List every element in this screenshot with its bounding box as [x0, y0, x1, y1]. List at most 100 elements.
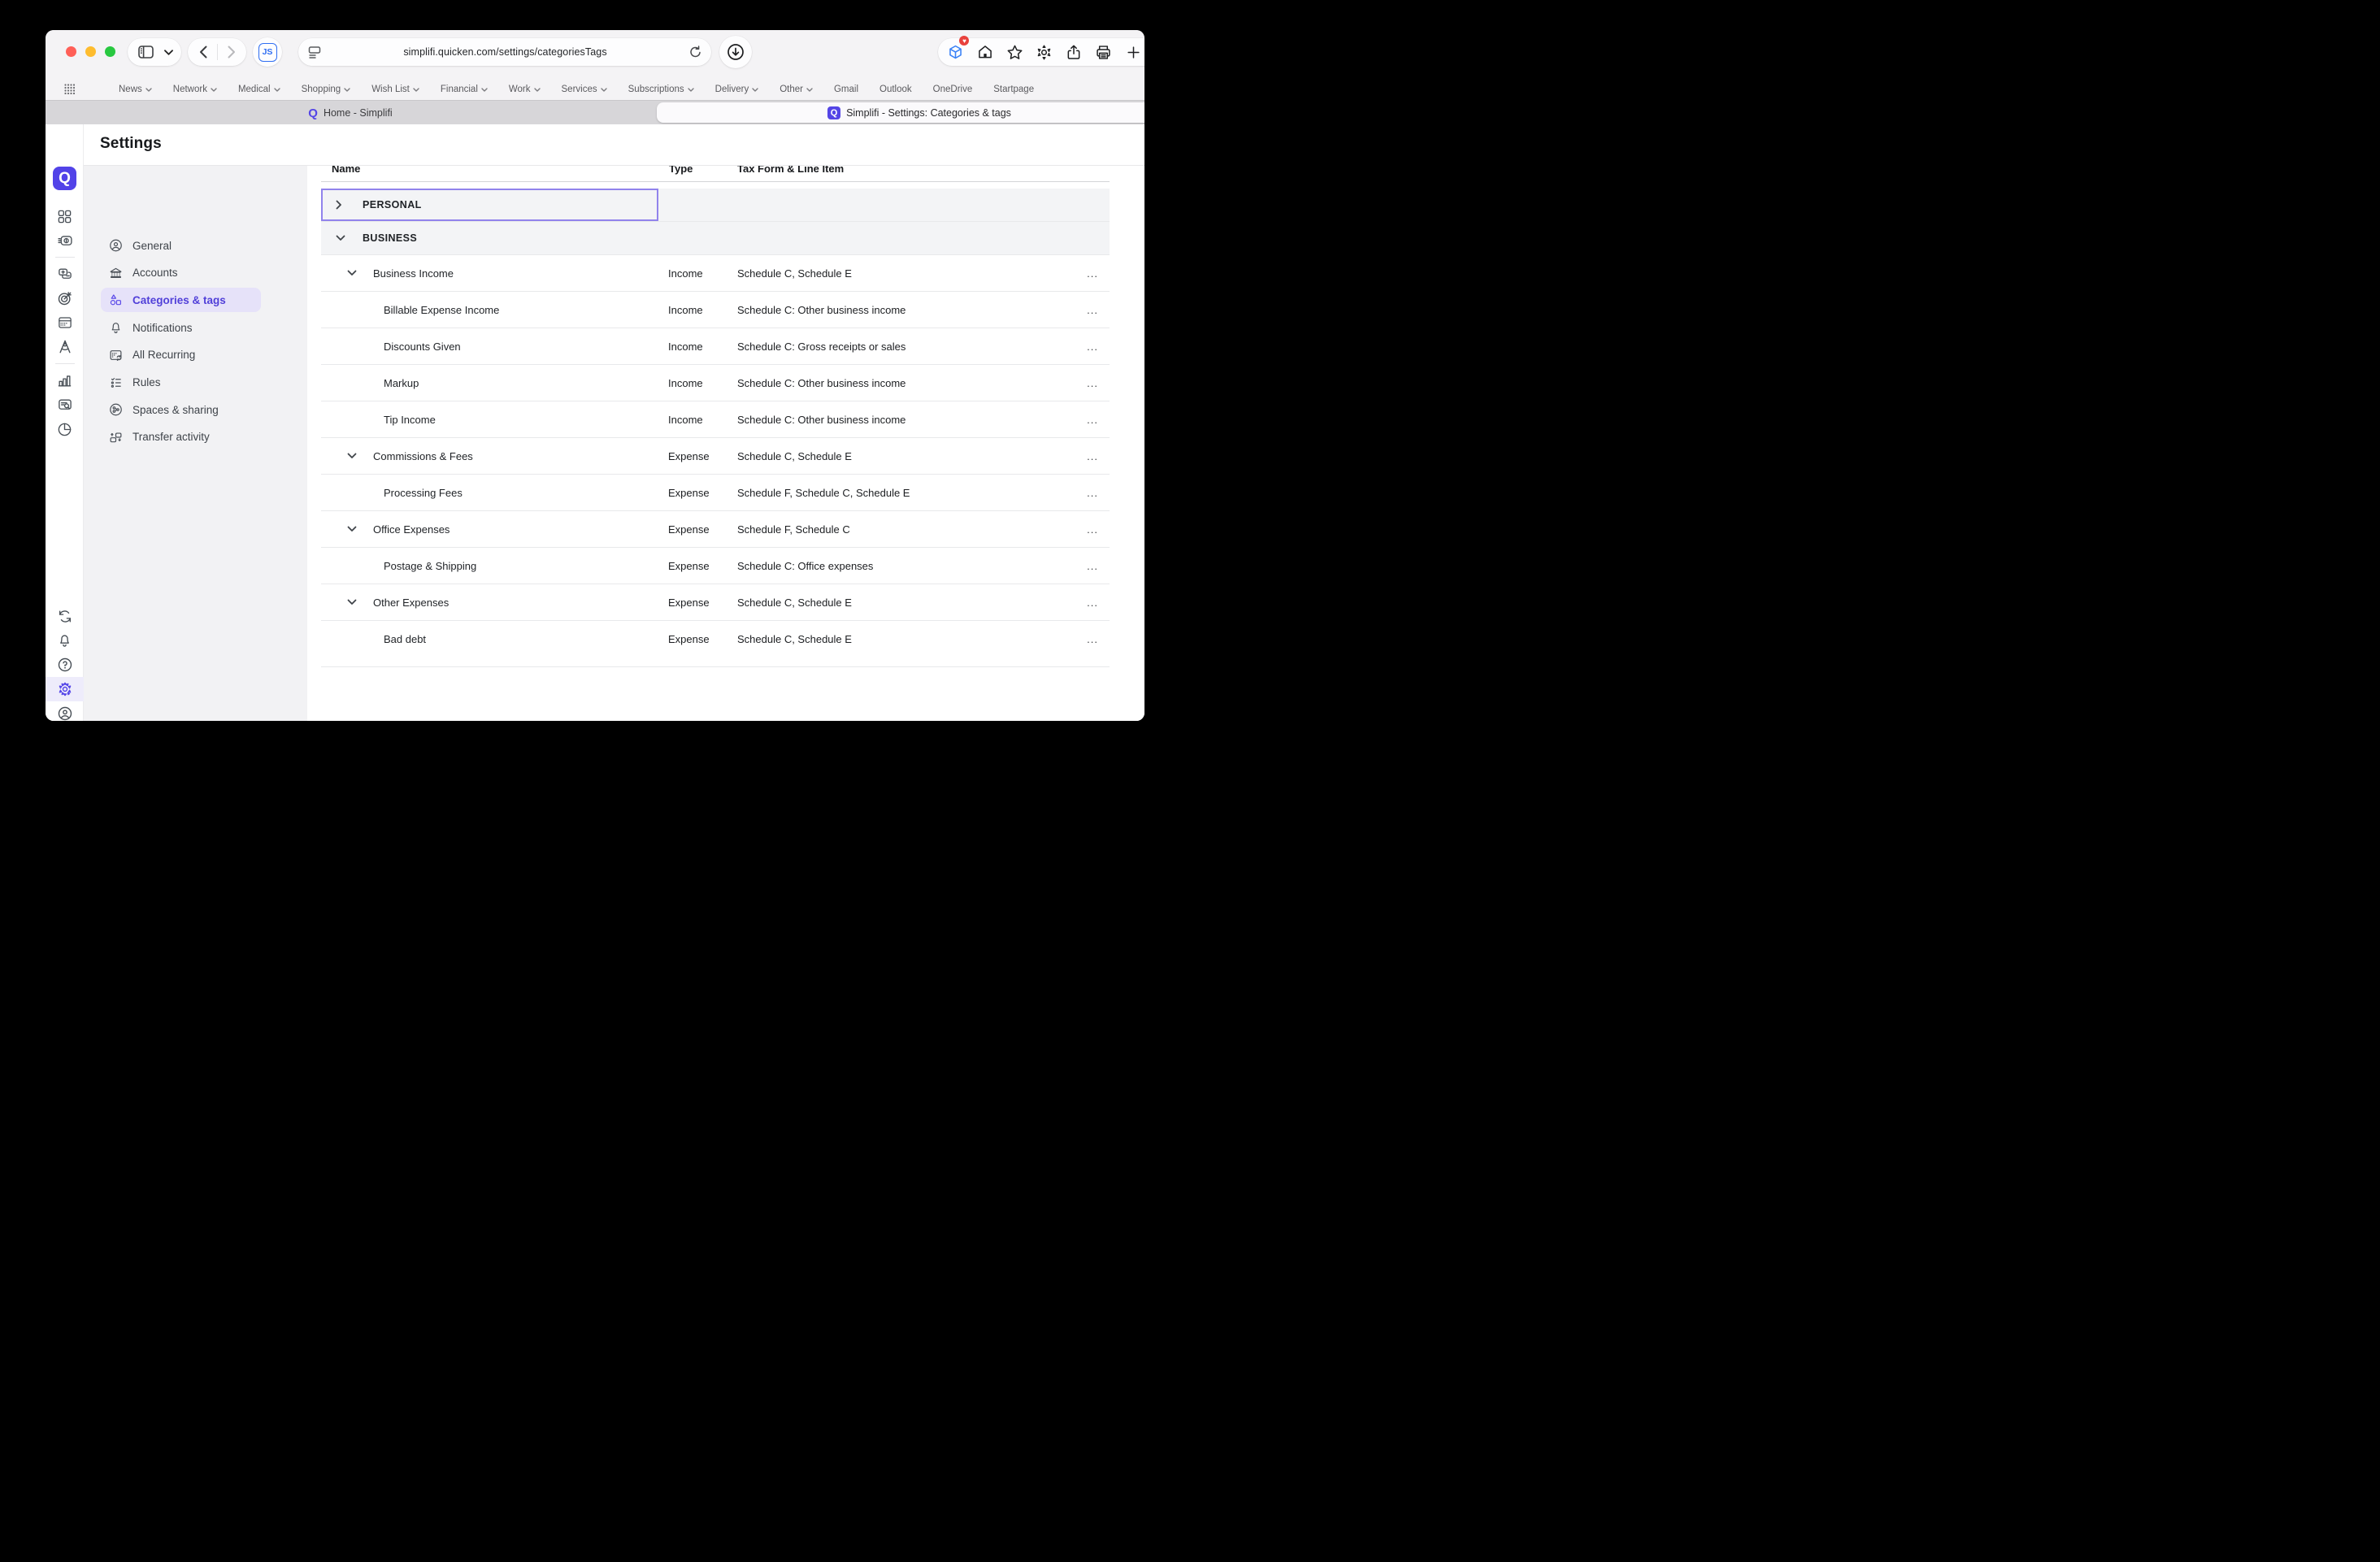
tab-home-simplifi[interactable]: Q Home - Simplifi — [46, 101, 655, 125]
table-row-markup[interactable]: Markup Income Schedule C: Other business i… — [321, 364, 1110, 401]
cashflow-icon[interactable] — [46, 228, 84, 253]
table-row-business[interactable]: BUSINESS — [321, 221, 1110, 254]
bookmark-work[interactable]: Work — [509, 85, 541, 94]
row-actions-ellipsis[interactable]: ... — [1077, 523, 1110, 536]
table-row-bad-debt[interactable]: Bad debt Expense Schedule C, Schedule E... — [321, 620, 1110, 657]
table-row-processing-fees[interactable]: Processing Fees Expense Schedule F, Schedu… — [321, 474, 1110, 510]
planning-compass-icon[interactable] — [46, 335, 84, 359]
sync-icon[interactable] — [46, 604, 84, 628]
settings-gear-icon[interactable] — [46, 677, 84, 701]
goals-target-icon[interactable] — [46, 286, 84, 310]
table-row-business-income[interactable]: Business Income Income Schedule C, Schedul… — [321, 254, 1110, 291]
bookmark-financial[interactable]: Financial — [441, 85, 488, 94]
bookmark-subscriptions[interactable]: Subscriptions — [628, 85, 694, 94]
row-chevron-down-icon[interactable] — [347, 453, 357, 459]
sidebar-menu-chevron-icon[interactable] — [159, 38, 177, 66]
page-format-icon[interactable] — [308, 46, 321, 59]
print-icon[interactable] — [1092, 38, 1116, 66]
reload-icon[interactable] — [689, 46, 701, 59]
table-row-other-expenses[interactable]: Other Expenses Expense Schedule C, Schedul… — [321, 584, 1110, 620]
new-tab-icon[interactable] — [1121, 38, 1144, 66]
bookmark-outlook[interactable]: Outlook — [879, 85, 912, 94]
dashboard-grid-icon[interactable] — [46, 204, 84, 228]
bookmark-wish-list[interactable]: Wish List — [371, 85, 419, 94]
downloads-button[interactable] — [719, 36, 752, 68]
reports-icon[interactable] — [46, 368, 84, 393]
address-bar[interactable]: simplifi.quicken.com/settings/categories… — [298, 38, 711, 66]
sidebar-item-transfer-activity[interactable]: Transfer activity — [101, 425, 261, 449]
zoom-window-button[interactable] — [105, 46, 115, 57]
extension-cube-icon[interactable]: ♥ — [943, 36, 970, 66]
row-actions-ellipsis[interactable]: ... — [1077, 377, 1110, 389]
bookmark-gmail[interactable]: Gmail — [834, 85, 858, 94]
transfer-icon — [109, 430, 123, 445]
row-actions-ellipsis[interactable]: ... — [1077, 450, 1110, 462]
app-sidebar-rail: Q — [46, 124, 84, 721]
row-actions-ellipsis[interactable]: ... — [1077, 633, 1110, 645]
table-row-commissions-fees[interactable]: Commissions & Fees Expense Schedule C, Sch… — [321, 437, 1110, 474]
tab-simplifi-settings[interactable]: Q Simplifi - Settings: Categories & tags — [657, 102, 1144, 123]
forward-button[interactable] — [218, 38, 245, 66]
bookmark-label: Work — [508, 84, 531, 94]
row-actions-ellipsis[interactable]: ... — [1077, 487, 1110, 499]
close-window-button[interactable] — [66, 46, 76, 57]
sidebar-item-general[interactable]: General — [101, 233, 261, 258]
transactions-icon[interactable] — [46, 262, 84, 286]
sidebar-item-notifications[interactable]: Notifications — [101, 315, 261, 340]
row-chevron-down-icon[interactable] — [347, 599, 357, 605]
folder-chevron-icon — [752, 87, 758, 92]
table-row-postage-shipping[interactable]: Postage & Shipping Expense Schedule C: Off… — [321, 547, 1110, 584]
row-actions-ellipsis[interactable]: ... — [1077, 341, 1110, 353]
bookmark-medical[interactable]: Medical — [238, 85, 280, 94]
table-row-billable-expense-income[interactable]: Billable Expense Income Income Schedule C:… — [321, 291, 1110, 328]
search-transactions-icon[interactable] — [46, 393, 84, 417]
spending-plan-icon[interactable] — [46, 310, 84, 335]
row-chevron-down-icon[interactable] — [347, 526, 357, 532]
share-icon[interactable] — [1062, 38, 1086, 66]
row-actions-ellipsis[interactable]: ... — [1077, 304, 1110, 316]
bookmark-startpage[interactable]: Startpage — [993, 85, 1034, 94]
simplifi-logo[interactable]: Q — [53, 167, 76, 190]
minimize-window-button[interactable] — [85, 46, 96, 57]
row-actions-ellipsis[interactable]: ... — [1077, 414, 1110, 426]
sidebar-toggle-icon[interactable] — [132, 38, 159, 66]
sidebar-item-rules[interactable]: Rules — [101, 371, 261, 395]
bookmark-services[interactable]: Services — [562, 85, 607, 94]
bookmark-network[interactable]: Network — [173, 85, 217, 94]
row-chevron-down-icon[interactable] — [336, 235, 345, 241]
table-row-tip-income[interactable]: Tip Income Income Schedule C: Other busine… — [321, 401, 1110, 437]
gear-icon[interactable] — [1032, 38, 1057, 66]
sidebar-item-categories-tags[interactable]: Categories & tags — [101, 288, 261, 313]
bookmark-delivery[interactable]: Delivery — [715, 85, 759, 94]
table-row-office-expenses[interactable]: Office Expenses Expense Schedule F, Schedu… — [321, 510, 1110, 547]
pie-chart-icon[interactable] — [46, 417, 84, 441]
bookmark-news[interactable]: News — [119, 85, 152, 94]
table-header-row: Name Type Tax Form & Line Item — [321, 166, 1110, 182]
sidebar-item-spaces-sharing[interactable]: Spaces & sharing — [101, 397, 261, 422]
row-actions-ellipsis[interactable]: ... — [1077, 267, 1110, 280]
sidebar-item-all-recurring[interactable]: All Recurring — [101, 343, 261, 367]
row-actions-ellipsis[interactable]: ... — [1077, 597, 1110, 609]
star-icon[interactable] — [1002, 38, 1027, 66]
account-icon[interactable] — [46, 701, 84, 721]
favorites-grid-icon[interactable] — [59, 76, 80, 103]
row-chevron-down-icon[interactable] — [347, 270, 357, 276]
row-actions-ellipsis[interactable]: ... — [1077, 560, 1110, 572]
help-icon[interactable] — [46, 653, 84, 677]
home-icon[interactable] — [973, 38, 997, 66]
bookmark-other[interactable]: Other — [780, 85, 813, 94]
table-row-discounts-given[interactable]: Discounts Given Income Schedule C: Gross r… — [321, 328, 1110, 364]
bookmark-shopping[interactable]: Shopping — [302, 85, 351, 94]
toolbar-actions-group: ♥ — [938, 36, 1144, 66]
bookmark-onedrive[interactable]: OneDrive — [933, 85, 973, 94]
url-text[interactable]: simplifi.quicken.com/settings/categories… — [403, 46, 606, 58]
back-button[interactable] — [189, 38, 217, 66]
bell-icon[interactable] — [46, 628, 84, 653]
sidebar-item-accounts[interactable]: Accounts — [101, 261, 261, 285]
tab-title: Simplifi - Settings: Categories & tags — [846, 106, 1011, 119]
table-row-personal[interactable]: PERSONAL — [321, 189, 1110, 221]
js-extension-button[interactable]: JS — [253, 37, 282, 67]
category-name: Processing Fees — [384, 486, 463, 499]
category-type: Expense — [668, 523, 710, 536]
simplifi-favicon: Q — [308, 106, 318, 120]
